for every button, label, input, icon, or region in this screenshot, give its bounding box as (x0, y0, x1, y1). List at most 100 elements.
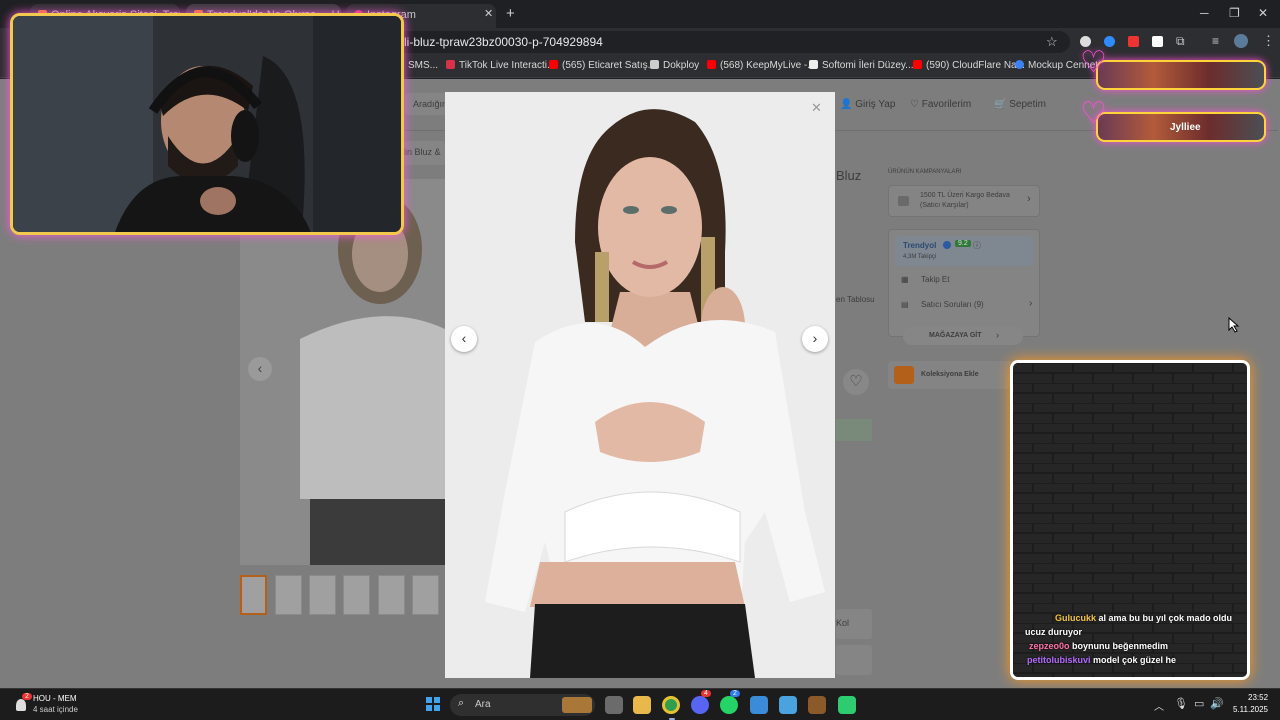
puzzle-extensions-icon[interactable]: ⧉ (1176, 34, 1185, 49)
clock-time[interactable]: 23:52 (1248, 693, 1268, 702)
user-icon: 👤 (840, 99, 853, 110)
kebab-menu-icon[interactable]: ⋮ (1262, 33, 1275, 49)
clock-date[interactable]: 5.11.2025 (1233, 705, 1268, 714)
thumbnail-5[interactable] (378, 575, 405, 615)
seller-header[interactable]: Trendyol 9.2 ⓘ 4,3M Takipçi (895, 236, 1033, 266)
search-bar[interactable]: Aradığın (405, 93, 448, 115)
variant-label: Kol (836, 618, 850, 628)
bookmark-label: (565) Eticaret Satış... (562, 60, 656, 71)
chat-text: model çok güzel he (1093, 655, 1177, 665)
cart-link[interactable]: 🛒 Sepetim (994, 99, 1046, 110)
bookmark-item[interactable]: SMS... (408, 60, 438, 71)
vscode-icon[interactable] (750, 696, 768, 714)
seller-followers: 4,3M Takipçi (903, 254, 937, 260)
bookmark-star-icon[interactable]: ☆ (1046, 34, 1058, 50)
chat-username: petitolubiskuvi (1027, 655, 1091, 665)
extension-icon[interactable] (1152, 36, 1163, 47)
cart-label: Sepetim (1009, 99, 1046, 110)
microphone-icon[interactable]: 🎙 (1174, 697, 1188, 710)
chevron-right-icon: › (996, 330, 999, 340)
game-icon[interactable] (808, 696, 826, 714)
seller-card: Trendyol 9.2 ⓘ 4,3M Takipçi ▦ Takip Et ▤… (888, 229, 1040, 337)
breadcrumb[interactable]: din Bluz & (398, 141, 445, 165)
variant-option[interactable] (836, 645, 872, 675)
chat-username: Gulucukk (1055, 613, 1097, 623)
new-tab-button[interactable]: + (506, 5, 515, 22)
campaign-card[interactable]: 1500 TL Üzeri Kargo Bedava (Satıcı Karşı… (888, 185, 1040, 217)
discord-icon[interactable]: 4 (691, 690, 711, 714)
search-input: Ara (475, 699, 491, 710)
news-widget[interactable]: 2 HOU - MEM 4 saat içinde (14, 693, 94, 717)
chat-text: boynunu beğenmedim (1072, 641, 1169, 651)
variant-option[interactable]: Kol (836, 609, 872, 639)
modal-close-button[interactable]: ✕ (811, 100, 822, 116)
dokploy-icon (650, 60, 659, 69)
news-title: HOU - MEM (33, 694, 77, 703)
product-main-image[interactable]: ‹ (240, 179, 445, 565)
favorite-heart-icon[interactable]: ♡ (843, 369, 869, 395)
remote-desktop-icon[interactable] (779, 696, 797, 714)
bookmark-label: SMS... (408, 60, 439, 71)
extension-icon[interactable] (1128, 36, 1139, 47)
bookmark-item[interactable]: (568) KeepMyLive -... (707, 60, 816, 71)
product-zoom-photo (445, 92, 835, 678)
bookmark-label: Softomi İleri Düzey... (822, 60, 914, 71)
search-input: Aradığın (413, 99, 448, 109)
bookmark-label: (568) KeepMyLive -... (720, 60, 816, 71)
bookmark-item[interactable]: (565) Eticaret Satış... (549, 60, 656, 71)
campaign-line: 1500 TL Üzeri Kargo Bedava (920, 192, 1010, 199)
profile-avatar[interactable] (1234, 34, 1248, 48)
alert-username: Jylliee (1170, 122, 1201, 133)
thumbnail-1[interactable] (240, 575, 267, 615)
url-text[interactable]: yli-bluz-tpraw23bz00030-p-704929894 (398, 35, 603, 49)
favorites-label: Favorilerim (921, 99, 972, 110)
restore-button[interactable]: ❐ (1229, 6, 1240, 20)
tiktok-icon (446, 60, 455, 69)
windows-start-icon[interactable] (426, 697, 440, 711)
seller-name: Trendyol (903, 241, 937, 250)
collection-label: Koleksiyona Ekle (921, 371, 979, 378)
login-link[interactable]: 👤 Giriş Yap (840, 99, 895, 110)
go-to-store-button[interactable]: MAĞAZAYA GİT › (903, 327, 1023, 345)
thumbnail-2[interactable] (275, 575, 302, 615)
stream-alert-bar: Jylliee (1096, 112, 1266, 142)
bookmark-item[interactable]: TikTok Live Interacti... (446, 60, 555, 71)
thumbnail-4[interactable] (343, 575, 370, 615)
gift-icon (898, 196, 909, 206)
seller-questions-link[interactable]: Satıcı Soruları (9) (921, 300, 984, 309)
add-to-collection-button[interactable]: Koleksiyona Ekle (888, 361, 1013, 389)
whatsapp-icon[interactable]: 2 (720, 690, 740, 714)
tab-search-icon[interactable]: ≡ (1212, 34, 1219, 48)
info-icon[interactable]: ⓘ (973, 240, 981, 251)
task-view-icon[interactable] (605, 696, 623, 714)
size-table-link[interactable]: en Tablosu (836, 295, 875, 304)
weather-icon (16, 699, 26, 711)
android-app-icon[interactable] (838, 696, 856, 714)
modal-next-button[interactable]: › (802, 326, 828, 352)
minimize-button[interactable]: ─ (1200, 6, 1209, 20)
bookmark-item[interactable]: Dokploy (650, 60, 699, 71)
volume-icon[interactable]: 🔊 (1210, 697, 1224, 710)
network-icon[interactable]: ▭ (1194, 697, 1204, 710)
file-explorer-icon[interactable] (633, 696, 651, 714)
close-window-button[interactable]: ✕ (1258, 6, 1268, 20)
bookmark-item[interactable]: (590) CloudFlare Na... (913, 60, 1025, 71)
thumbnail-3[interactable] (309, 575, 336, 615)
search-icon: ⌕ (458, 697, 465, 709)
follow-button[interactable]: Takip Et (921, 275, 949, 284)
image-lightbox-modal: ✕ ‹ › (445, 92, 835, 678)
bookmark-label: Dokploy (663, 60, 700, 71)
green-badge (836, 419, 872, 441)
taskbar-search-box[interactable]: ⌕ Ara (450, 694, 595, 716)
close-tab-icon[interactable]: ✕ (484, 7, 493, 20)
chat-username: zepzeo0o (1029, 641, 1070, 651)
favorites-link[interactable]: ♡ Favorilerim (910, 99, 971, 110)
prev-image-button[interactable]: ‹ (248, 357, 272, 381)
bookmark-icon (894, 366, 914, 384)
chevron-up-icon[interactable]: ︿ (1154, 698, 1164, 713)
stream-alert-bar (1096, 60, 1266, 90)
bookmark-item[interactable]: Softomi İleri Düzey... (809, 60, 914, 71)
thumbnail-6[interactable] (412, 575, 439, 615)
modal-prev-button[interactable]: ‹ (451, 326, 477, 352)
chrome-icon[interactable] (662, 696, 680, 714)
